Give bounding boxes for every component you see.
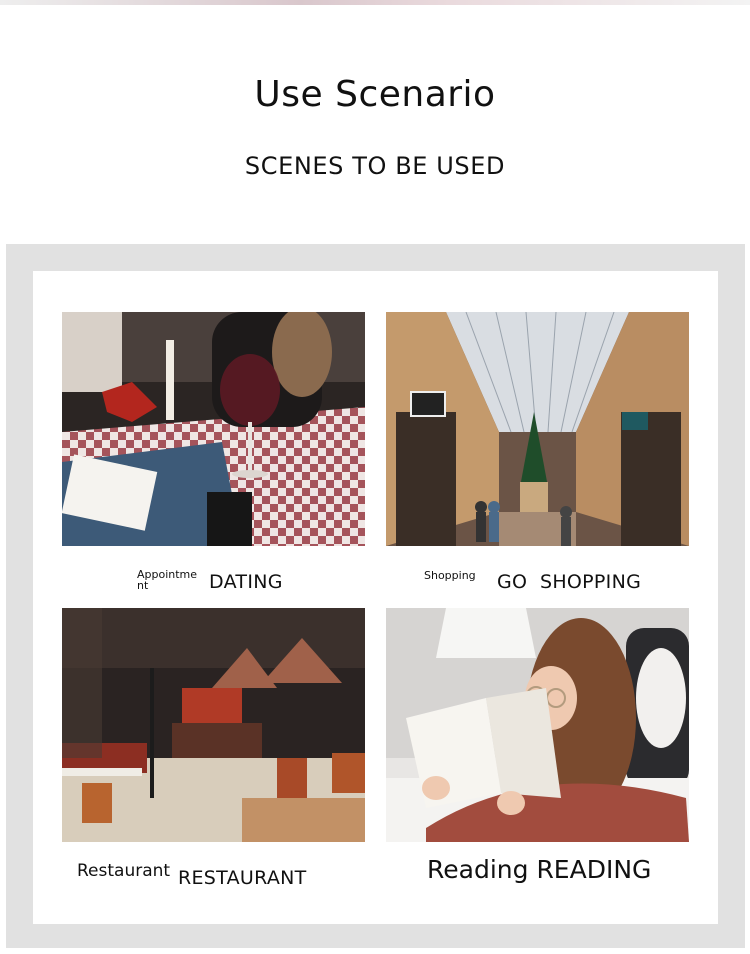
dating-small-label: Appointment [137, 568, 198, 592]
restaurant-small-label: Restaurant [77, 861, 171, 881]
restaurant-label: RESTAURANT [178, 867, 307, 889]
page-subtitle: SCENES TO BE USED [244, 152, 506, 180]
shopping-label: GO SHOPPING [497, 571, 642, 593]
dating-label: DATING [209, 571, 283, 593]
top-banner-edge [0, 0, 750, 5]
shopping-small-label: Shopping [424, 569, 476, 582]
dinner-date-photo [62, 312, 365, 546]
reading-label: Reading READING [427, 855, 651, 884]
woman-reading-photo [386, 608, 689, 842]
restaurant-interior-photo [62, 608, 365, 842]
shopping-arcade-photo [386, 312, 689, 546]
page-title: Use Scenario [254, 74, 496, 115]
reading-big-label: READING [536, 855, 652, 884]
reading-small-label: Reading [427, 855, 529, 884]
